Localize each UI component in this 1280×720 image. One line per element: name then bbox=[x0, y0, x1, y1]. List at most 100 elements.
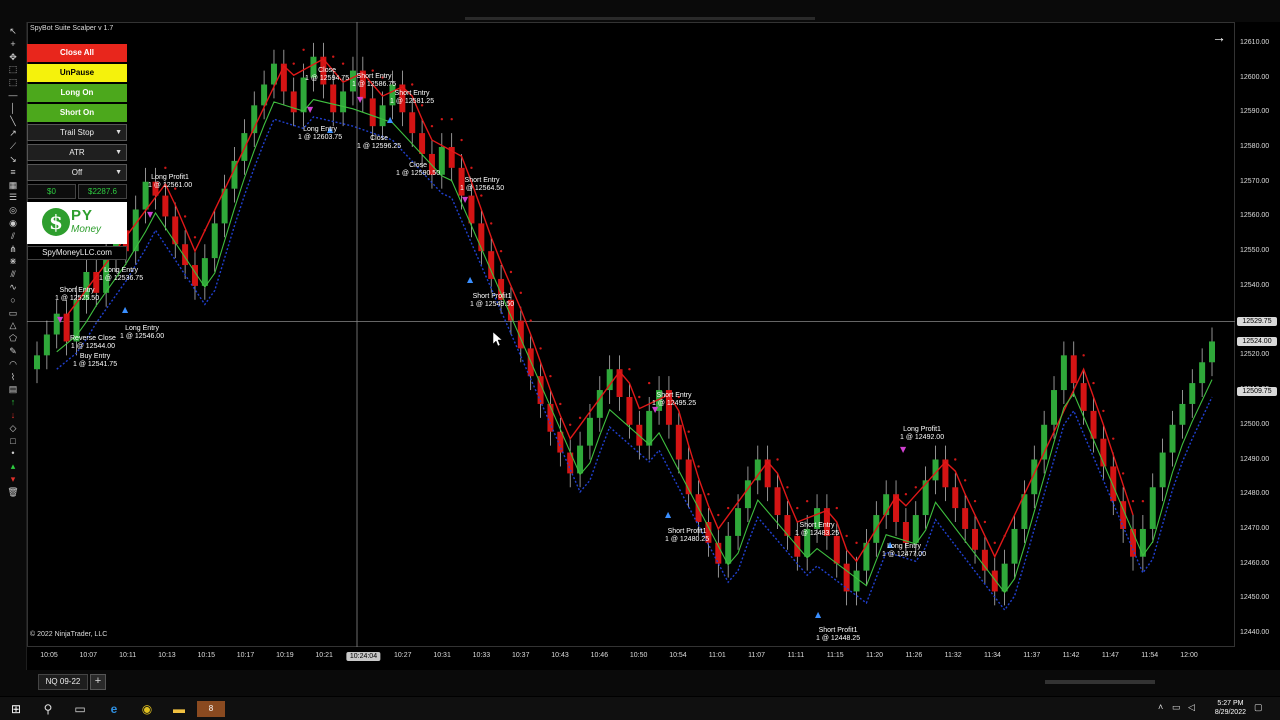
triangle-down-icon[interactable]: ▾ bbox=[6, 474, 20, 484]
rectangle-icon[interactable]: ▭ bbox=[6, 308, 20, 318]
candle-body bbox=[646, 410, 653, 446]
sell-arrow-icon: ▼ bbox=[57, 315, 64, 324]
candle-body bbox=[962, 508, 969, 529]
price-tick-label: 12600.00 bbox=[1240, 73, 1270, 81]
price-axis[interactable]: 12610.00 12600.00 12590.00 12580.00 12570.00… bbox=[1236, 22, 1280, 647]
path-icon[interactable]: ⌇ bbox=[6, 372, 20, 382]
chart-tab-bar: NQ 09-22 + bbox=[0, 670, 1280, 696]
chrome-icon[interactable]: ◉ bbox=[138, 701, 156, 717]
horizontal-scrollbar[interactable] bbox=[1045, 680, 1155, 684]
candle-body bbox=[1080, 383, 1087, 411]
candle-body bbox=[547, 403, 554, 432]
mouse-cursor-icon bbox=[492, 331, 503, 347]
edge-icon[interactable]: e bbox=[105, 701, 123, 717]
stop-dot bbox=[796, 506, 799, 510]
price-chart[interactable]: ▼▲▼▲▼▲▼▲▼▼▼▲▲▲ bbox=[27, 22, 1235, 647]
diamond-icon[interactable]: ◇ bbox=[6, 423, 20, 433]
notification-icon[interactable]: ▢ bbox=[1254, 702, 1263, 713]
top-scroll-track[interactable] bbox=[465, 17, 815, 20]
andrews-icon[interactable]: ⋔ bbox=[6, 244, 20, 254]
fib-circle-icon[interactable]: ◎ bbox=[6, 205, 20, 215]
polygon-icon[interactable]: ⬠ bbox=[6, 333, 20, 343]
mode-select[interactable]: Off ▼ bbox=[27, 164, 127, 181]
atr-select[interactable]: ATR ▼ bbox=[27, 144, 127, 161]
candle-body bbox=[1179, 403, 1186, 425]
arrow-right-icon[interactable]: → bbox=[1212, 29, 1226, 45]
line-icon[interactable]: ╲ bbox=[6, 116, 20, 126]
tab-instrument[interactable]: NQ 09-22 bbox=[38, 674, 88, 690]
taskbar-clock[interactable]: 5:27 PM 8/29/2022 bbox=[1215, 699, 1246, 717]
hand-icon[interactable]: ✥ bbox=[6, 52, 20, 62]
extended-line-icon[interactable]: ⟋ bbox=[6, 141, 20, 151]
short-on-button[interactable]: Short On bbox=[27, 104, 127, 122]
time-axis[interactable]: 10:05 10:07 10:11 10:13 10:15 10:17 10:19 10:21… bbox=[27, 648, 1235, 666]
speaker-icon[interactable]: ◁ bbox=[1188, 702, 1195, 713]
gann-icon[interactable]: ⋇ bbox=[6, 256, 20, 266]
fib-icon[interactable]: ☰ bbox=[6, 192, 20, 202]
website-link[interactable]: SpyMoneyLLC.com bbox=[27, 246, 127, 260]
candle-body bbox=[43, 334, 50, 356]
price-tick-label: 12440.00 bbox=[1240, 629, 1270, 637]
folder-icon[interactable]: ▬ bbox=[170, 701, 188, 717]
window-title: SpyBot Suite Scalper v 1.7 bbox=[30, 25, 114, 32]
stop-dot bbox=[539, 347, 542, 350]
network-icon[interactable]: ▭ bbox=[1172, 702, 1181, 713]
list-icon[interactable]: ≡ bbox=[6, 167, 20, 177]
arc-icon[interactable]: ◠ bbox=[6, 359, 20, 369]
candle-body bbox=[1199, 362, 1206, 384]
fib-spiral-icon[interactable]: ◉ bbox=[6, 218, 20, 228]
stop-dot bbox=[855, 541, 858, 545]
triangle-up-icon[interactable]: ▴ bbox=[6, 461, 20, 471]
close-all-button[interactable]: Close All bbox=[27, 44, 127, 62]
unpause-button[interactable]: UnPause bbox=[27, 64, 127, 82]
dotted-box-icon[interactable]: ⬚ bbox=[6, 77, 20, 87]
dot-icon[interactable]: • bbox=[6, 448, 20, 458]
wave-icon[interactable]: ∿ bbox=[6, 282, 20, 292]
arrow-line-icon[interactable]: ↘ bbox=[6, 154, 20, 164]
triangle-icon[interactable]: △ bbox=[6, 320, 20, 330]
stop-dot bbox=[371, 69, 374, 72]
pointer-icon[interactable]: ↖ bbox=[6, 26, 20, 36]
long-on-button[interactable]: Long On bbox=[27, 84, 127, 102]
sell-arrow-icon: ▼ bbox=[147, 210, 154, 219]
chevron-up-icon[interactable]: ˄ bbox=[1158, 702, 1163, 712]
stop-dot bbox=[1082, 354, 1085, 357]
windows-start-icon[interactable]: ⊞ bbox=[8, 701, 24, 717]
ray-icon[interactable]: ↗ bbox=[6, 128, 20, 138]
square-icon[interactable]: □ bbox=[6, 436, 20, 446]
trade-annotation: Short Entry 1 @ 12525.50 bbox=[55, 287, 100, 302]
price-tick-label: 12570.00 bbox=[1240, 177, 1270, 185]
region-icon[interactable]: ▤ bbox=[6, 384, 20, 394]
unrealized-pnl: $2287.6 bbox=[78, 184, 127, 199]
trash-icon[interactable]: 🗑 bbox=[6, 487, 20, 497]
crosshair-icon[interactable]: + bbox=[6, 39, 20, 49]
candle-body bbox=[744, 480, 751, 509]
candle-body bbox=[340, 91, 347, 113]
ruler-icon[interactable]: ▦ bbox=[6, 180, 20, 190]
candle-body bbox=[1001, 563, 1008, 592]
time-tick-label: 10:33 bbox=[472, 652, 491, 659]
candle-body bbox=[725, 535, 732, 564]
price-marker-tag: 12509.75 bbox=[1237, 386, 1277, 396]
regression-icon[interactable]: ⫻ bbox=[6, 269, 20, 279]
ninjatrader-icon[interactable]: 8 bbox=[197, 701, 225, 717]
stop-dot bbox=[1112, 437, 1115, 440]
candle-body bbox=[626, 397, 633, 425]
horizontal-line-icon[interactable]: — bbox=[6, 90, 20, 100]
candle-body bbox=[991, 570, 998, 592]
trail-stop-select[interactable]: Trail Stop ▼ bbox=[27, 124, 127, 141]
task-view-icon[interactable]: ▭ bbox=[72, 701, 88, 717]
vertical-line-icon[interactable]: │ bbox=[6, 103, 20, 113]
price-tick-label: 12490.00 bbox=[1240, 455, 1270, 463]
circle-icon[interactable]: ○ bbox=[6, 295, 20, 305]
arrow-down-icon[interactable]: ↓ bbox=[6, 410, 20, 420]
brush-icon[interactable]: ✎ bbox=[6, 346, 20, 356]
time-tick-label: 10:11 bbox=[119, 652, 137, 659]
dotted-box-icon[interactable]: ⬚ bbox=[6, 64, 20, 74]
add-tab-button[interactable]: + bbox=[90, 674, 106, 690]
arrow-up-icon[interactable]: ↑ bbox=[6, 397, 20, 407]
search-icon[interactable]: ⚲ bbox=[40, 701, 56, 717]
stop-dot bbox=[164, 166, 167, 170]
clock-date: 8/29/2022 bbox=[1214, 709, 1246, 716]
trend-channel-icon[interactable]: ⫽ bbox=[6, 231, 20, 241]
